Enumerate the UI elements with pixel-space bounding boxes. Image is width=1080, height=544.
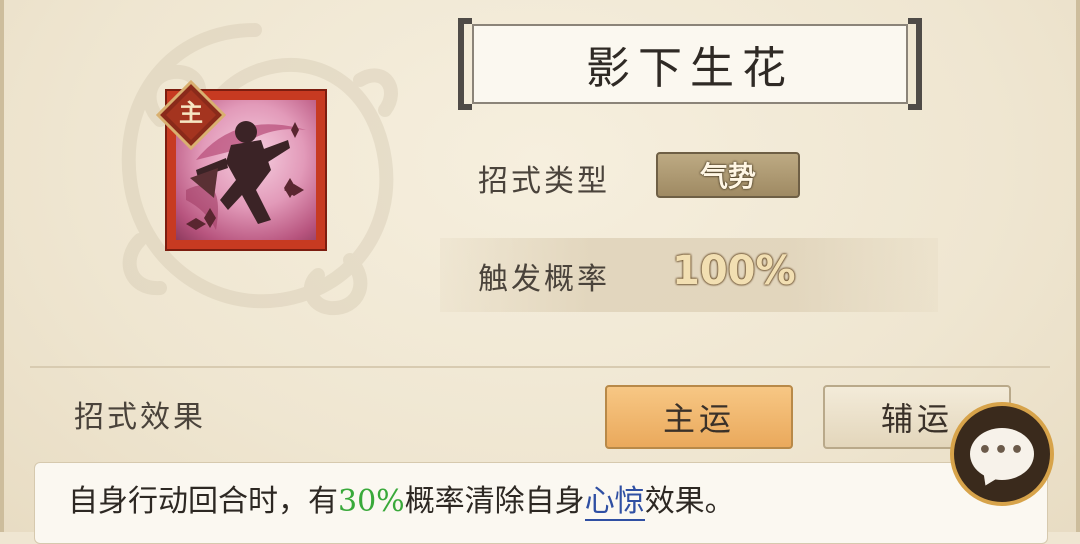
effect-description: 自身行动回合时，有30%概率清除自身心惊效果。	[68, 476, 735, 521]
desc-suffix: 效果。	[644, 484, 735, 519]
section-divider	[30, 366, 1050, 368]
effect-label: 招式效果	[74, 400, 206, 435]
chat-bubble-icon: •••	[970, 428, 1034, 480]
status-link-xinjing[interactable]: 心惊	[584, 484, 645, 521]
title-plaque: 影下生花	[458, 18, 922, 110]
chat-button[interactable]: •••	[950, 402, 1054, 506]
desc-mid: 概率清除自身	[404, 484, 585, 519]
desc-percent: 30%	[338, 484, 405, 519]
type-badge: 气势	[656, 152, 800, 198]
chat-dots: •••	[977, 437, 1027, 463]
tab-main-fortune[interactable]: 主运	[605, 385, 793, 449]
type-label: 招式类型	[478, 164, 610, 199]
panel-edge-left	[0, 0, 4, 532]
panel-edge-right	[1076, 0, 1080, 532]
main-badge-label: 主	[179, 99, 203, 127]
desc-prefix: 自身行动回合时，有	[68, 484, 338, 519]
rate-value: 100%	[672, 248, 796, 294]
title-bracket-left	[458, 18, 472, 110]
skill-title: 影下生花	[586, 43, 794, 94]
title-bracket-right	[908, 18, 922, 110]
title-inner: 影下生花	[472, 24, 908, 104]
rate-label: 触发概率	[478, 262, 610, 297]
